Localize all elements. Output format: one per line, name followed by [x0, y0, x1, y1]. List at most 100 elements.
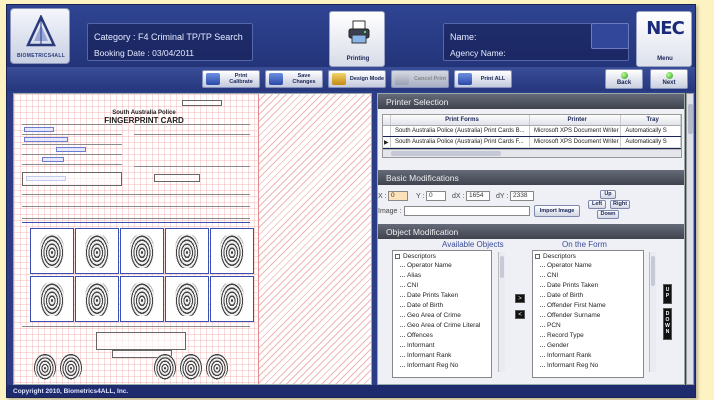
form-line	[22, 164, 122, 165]
image-label: Image :	[378, 208, 402, 215]
basic-modifications-header: Basic Modifications	[378, 170, 684, 185]
list-item[interactable]: Offences	[393, 331, 491, 341]
list-item[interactable]: Offender First Name	[533, 301, 643, 311]
settings-panel: Printer Selection Print Forms Printer Tr…	[377, 93, 685, 385]
fingerprint-row-right	[30, 228, 254, 274]
list-item[interactable]: Informant Rank	[393, 351, 491, 361]
save-changes-button[interactable]: Save Changes	[265, 70, 323, 88]
form-field[interactable]	[56, 147, 86, 152]
list-item[interactable]: Geo Area of Crime Literal	[393, 321, 491, 331]
list-item[interactable]: Gender	[533, 341, 643, 351]
list-item[interactable]: PCN	[533, 321, 643, 331]
pencil-icon	[332, 73, 346, 85]
list-item[interactable]: Informant Reg No	[533, 361, 643, 371]
list-item[interactable]: Geo Area of Crime	[393, 311, 491, 321]
row-selector-icon: ▶	[383, 137, 391, 147]
non-printable-area	[258, 94, 371, 384]
list-item[interactable]: Operator Name	[533, 261, 643, 271]
list-item[interactable]: Date of Birth	[533, 291, 643, 301]
design-mode-button[interactable]: Design Mode	[328, 70, 386, 88]
grid-horizontal-scrollbar[interactable]	[383, 149, 681, 157]
fingerprint-box	[210, 228, 254, 274]
biometrics-logo: BIOMETRICS4ALL	[10, 8, 70, 64]
printer-row-selected[interactable]: ▶ South Australia Police (Australia) Pri…	[383, 136, 681, 149]
descriptors-node[interactable]: Descriptors	[393, 251, 491, 261]
fingerprint-card-page[interactable]: South Australia Police FINGERPRINT CARD	[14, 94, 258, 384]
list-item[interactable]: CNI	[533, 271, 643, 281]
list-item[interactable]: Alias	[393, 271, 491, 281]
form-list-scrollbar[interactable]	[649, 252, 656, 372]
remove-from-form-button[interactable]: <	[515, 310, 525, 319]
available-objects-list[interactable]: Descriptors Operator Name Alias CNI Date…	[392, 250, 492, 378]
move-right-button[interactable]: Right	[610, 200, 630, 209]
form-line	[22, 194, 250, 195]
fingerprint-box	[75, 228, 119, 274]
expand-toggle-icon[interactable]	[395, 253, 400, 259]
move-item-up-button[interactable]: U P	[663, 284, 672, 304]
dx-input[interactable]: 1654	[466, 191, 490, 201]
list-item[interactable]: Informant Reg No	[393, 361, 491, 371]
form-box	[154, 174, 200, 182]
move-up-button[interactable]: Up	[600, 190, 616, 199]
on-the-form-list[interactable]: Descriptors Operator Name CNI Date Print…	[532, 250, 644, 378]
available-list-scrollbar[interactable]	[498, 252, 505, 372]
print-calibrate-button[interactable]: Print Calibrate	[202, 70, 260, 88]
move-left-button[interactable]: Left	[588, 200, 606, 209]
col-print-forms[interactable]: Print Forms	[391, 115, 530, 125]
form-field[interactable]	[42, 157, 64, 162]
dx-label: dX :	[452, 193, 465, 200]
object-modification-header: Object Modification	[378, 224, 684, 239]
menu-button[interactable]: NEC Menu	[636, 11, 692, 67]
panel-vertical-scrollbar[interactable]	[686, 93, 694, 385]
descriptors-node[interactable]: Descriptors	[533, 251, 643, 261]
form-line	[22, 124, 122, 125]
list-item[interactable]: Record Type	[533, 331, 643, 341]
card-title: South Australia Police FINGERPRINT CARD	[104, 110, 184, 125]
x-label: X :	[378, 193, 387, 200]
fingerprint-flat	[180, 354, 202, 380]
list-item[interactable]: CNI	[393, 281, 491, 291]
form-field[interactable]	[24, 127, 54, 132]
list-item[interactable]: Operator Name	[393, 261, 491, 271]
form-line	[22, 326, 250, 327]
printing-button[interactable]: Printing	[329, 11, 385, 67]
toolbar: Print Calibrate Save Changes Design Mode…	[7, 67, 695, 91]
x-input[interactable]: 0	[388, 191, 408, 201]
back-button[interactable]: Back	[605, 69, 643, 89]
back-arrow-icon	[620, 72, 628, 79]
form-preview[interactable]: South Australia Police FINGERPRINT CARD	[13, 93, 372, 385]
add-to-form-button[interactable]: >	[515, 294, 525, 303]
printer-row[interactable]: South Australia Police (Australia) Print…	[383, 126, 681, 137]
printer-grid: Print Forms Printer Tray South Australia…	[382, 114, 682, 158]
list-item[interactable]: Date Prints Taken	[533, 281, 643, 291]
dy-input[interactable]: 2338	[510, 191, 534, 201]
import-image-button[interactable]: Import Image	[534, 205, 580, 217]
form-box	[22, 172, 122, 186]
fingerprint-flat	[34, 354, 56, 380]
list-item[interactable]: Informant	[393, 341, 491, 351]
col-tray[interactable]: Tray	[621, 115, 681, 125]
printer-icon	[348, 20, 370, 44]
fingerprint-box	[210, 276, 254, 322]
y-input[interactable]: 0	[426, 191, 446, 201]
expand-toggle-icon[interactable]	[535, 253, 540, 259]
list-item[interactable]: Informant Rank	[533, 351, 643, 361]
form-field[interactable]	[24, 137, 68, 142]
printing-label: Printing	[346, 56, 370, 62]
list-item[interactable]: Offender Surname	[533, 311, 643, 321]
move-down-button[interactable]: Down	[597, 210, 619, 219]
form-line	[22, 144, 122, 145]
list-item[interactable]: Date of Birth	[393, 301, 491, 311]
calibrate-icon	[206, 73, 220, 85]
move-item-down-button[interactable]: D O W N	[663, 308, 672, 340]
cancel-print-button[interactable]: Cancel Print	[391, 70, 449, 88]
fingerprint-box	[165, 228, 209, 274]
list-item[interactable]: Date Prints Taken	[393, 291, 491, 301]
image-path-input[interactable]	[404, 206, 530, 216]
next-button[interactable]: Next	[650, 69, 688, 89]
footer: Copyright 2010, Biometrics4ALL, Inc.	[7, 385, 695, 397]
col-printer[interactable]: Printer	[530, 115, 622, 125]
printer-selection-header: Printer Selection	[378, 94, 684, 109]
fingerprint-row-left	[30, 276, 254, 322]
print-all-button[interactable]: Print ALL	[454, 70, 512, 88]
